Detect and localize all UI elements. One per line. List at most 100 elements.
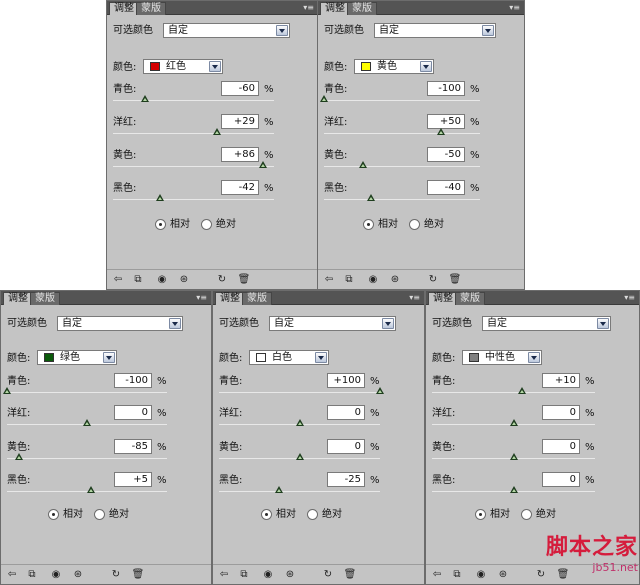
slider-value-input[interactable]: -50 xyxy=(427,147,465,162)
slider-thumb[interactable] xyxy=(141,95,150,102)
panel-menu-icon[interactable]: ▾≡ xyxy=(409,292,420,304)
slider-thumb[interactable] xyxy=(295,453,304,460)
slider-thumb[interactable] xyxy=(366,194,375,201)
delete-icon[interactable]: 🗑 xyxy=(131,568,145,581)
panel-menu-icon[interactable]: ▾≡ xyxy=(303,2,314,14)
slider-thumb[interactable] xyxy=(437,128,445,135)
slider-thumb[interactable] xyxy=(517,387,526,394)
slider-value-input[interactable]: +50 xyxy=(427,114,465,129)
slider-value-input[interactable]: 0 xyxy=(542,439,580,454)
radio-relative[interactable] xyxy=(261,509,272,520)
radio-absolute[interactable] xyxy=(521,509,532,520)
radio-relative[interactable] xyxy=(475,509,486,520)
view-previous-icon[interactable]: ⊛ xyxy=(71,568,85,581)
slider-thumb[interactable] xyxy=(3,387,11,394)
tab-masks[interactable]: 蒙版 xyxy=(30,292,60,305)
color-dropdown[interactable]: 中性色 xyxy=(462,350,542,365)
back-arrow-icon[interactable]: ⇦ xyxy=(5,568,19,581)
slider-thumb[interactable] xyxy=(15,453,23,460)
slider-thumb[interactable] xyxy=(509,453,518,460)
preset-dropdown[interactable]: 自定 xyxy=(57,316,183,331)
slider-value-input[interactable]: 0 xyxy=(327,439,365,454)
radio-absolute[interactable] xyxy=(201,219,212,230)
slider-thumb[interactable] xyxy=(509,419,518,426)
preset-dropdown[interactable]: 自定 xyxy=(374,23,496,38)
delete-icon[interactable]: 🗑 xyxy=(448,273,462,286)
delete-icon[interactable]: 🗑 xyxy=(343,568,357,581)
slider-value-input[interactable]: -40 xyxy=(427,180,465,195)
reset-icon[interactable]: ↻ xyxy=(321,568,335,581)
tab-adjustments[interactable]: 调整 xyxy=(320,2,350,15)
slider-value-input[interactable]: -100 xyxy=(427,81,465,96)
preset-dropdown[interactable]: 自定 xyxy=(482,316,611,331)
slider-value-input[interactable]: -85 xyxy=(114,439,152,454)
tab-masks[interactable]: 蒙版 xyxy=(455,292,485,305)
slider-value-input[interactable]: -100 xyxy=(114,373,152,388)
preset-dropdown[interactable]: 自定 xyxy=(163,23,290,38)
slider-thumb[interactable] xyxy=(275,486,284,493)
tab-adjustments[interactable]: 调整 xyxy=(215,292,245,305)
layer-visibility-eye-icon[interactable]: ◉ xyxy=(366,273,380,286)
slider-thumb[interactable] xyxy=(359,161,367,168)
back-arrow-icon[interactable]: ⇦ xyxy=(217,568,231,581)
slider-thumb[interactable] xyxy=(155,194,164,201)
slider-thumb[interactable] xyxy=(320,95,328,102)
slider-thumb[interactable] xyxy=(87,486,95,493)
tab-masks[interactable]: 蒙版 xyxy=(136,2,166,15)
view-previous-icon[interactable]: ⊛ xyxy=(177,273,191,286)
slider-thumb[interactable] xyxy=(83,419,91,426)
radio-absolute[interactable] xyxy=(409,219,420,230)
view-previous-icon[interactable]: ⊛ xyxy=(388,273,402,286)
slider-thumb[interactable] xyxy=(295,419,304,426)
clip-to-layer-icon[interactable]: ⧉ xyxy=(450,568,464,581)
back-arrow-icon[interactable]: ⇦ xyxy=(430,568,444,581)
tab-adjustments[interactable]: 调整 xyxy=(3,292,33,305)
tab-masks[interactable]: 蒙版 xyxy=(242,292,272,305)
slider-value-input[interactable]: +86 xyxy=(221,147,259,162)
slider-value-input[interactable]: -60 xyxy=(221,81,259,96)
radio-absolute[interactable] xyxy=(307,509,318,520)
slider-value-input[interactable]: +100 xyxy=(327,373,365,388)
preset-dropdown[interactable]: 自定 xyxy=(269,316,396,331)
tab-adjustments[interactable]: 调整 xyxy=(428,292,458,305)
layer-visibility-eye-icon[interactable]: ◉ xyxy=(49,568,63,581)
slider-value-input[interactable]: -25 xyxy=(327,472,365,487)
slider-value-input[interactable]: 0 xyxy=(114,405,152,420)
color-dropdown[interactable]: 红色 xyxy=(143,59,223,74)
slider-value-input[interactable]: -42 xyxy=(221,180,259,195)
reset-icon[interactable]: ↻ xyxy=(215,273,229,286)
panel-menu-icon[interactable]: ▾≡ xyxy=(509,2,520,14)
clip-to-layer-icon[interactable]: ⧉ xyxy=(342,273,356,286)
slider-value-input[interactable]: +5 xyxy=(114,472,152,487)
view-previous-icon[interactable]: ⊛ xyxy=(283,568,297,581)
radio-relative[interactable] xyxy=(363,219,374,230)
panel-menu-icon[interactable]: ▾≡ xyxy=(196,292,207,304)
layer-visibility-eye-icon[interactable]: ◉ xyxy=(261,568,275,581)
slider-value-input[interactable]: +29 xyxy=(221,114,259,129)
clip-to-layer-icon[interactable]: ⧉ xyxy=(25,568,39,581)
color-dropdown[interactable]: 绿色 xyxy=(37,350,117,365)
layer-visibility-eye-icon[interactable]: ◉ xyxy=(155,273,169,286)
clip-to-layer-icon[interactable]: ⧉ xyxy=(237,568,251,581)
tab-masks[interactable]: 蒙版 xyxy=(347,2,377,15)
radio-relative[interactable] xyxy=(155,219,166,230)
slider-value-input[interactable]: +10 xyxy=(542,373,580,388)
radio-absolute[interactable] xyxy=(94,509,105,520)
color-dropdown[interactable]: 黄色 xyxy=(354,59,434,74)
back-arrow-icon[interactable]: ⇦ xyxy=(322,273,336,286)
slider-value-input[interactable]: 0 xyxy=(327,405,365,420)
radio-relative[interactable] xyxy=(48,509,59,520)
tab-adjustments[interactable]: 调整 xyxy=(109,2,139,15)
panel-menu-icon[interactable]: ▾≡ xyxy=(624,292,635,304)
slider-thumb[interactable] xyxy=(509,486,518,493)
delete-icon[interactable]: 🗑 xyxy=(237,273,251,286)
clip-to-layer-icon[interactable]: ⧉ xyxy=(131,273,145,286)
slider-value-input[interactable]: 0 xyxy=(542,472,580,487)
slider-thumb[interactable] xyxy=(376,387,384,394)
back-arrow-icon[interactable]: ⇦ xyxy=(111,273,125,286)
slider-thumb[interactable] xyxy=(258,161,267,168)
reset-icon[interactable]: ↻ xyxy=(109,568,123,581)
reset-icon[interactable]: ↻ xyxy=(426,273,440,286)
color-dropdown[interactable]: 白色 xyxy=(249,350,329,365)
slider-value-input[interactable]: 0 xyxy=(542,405,580,420)
